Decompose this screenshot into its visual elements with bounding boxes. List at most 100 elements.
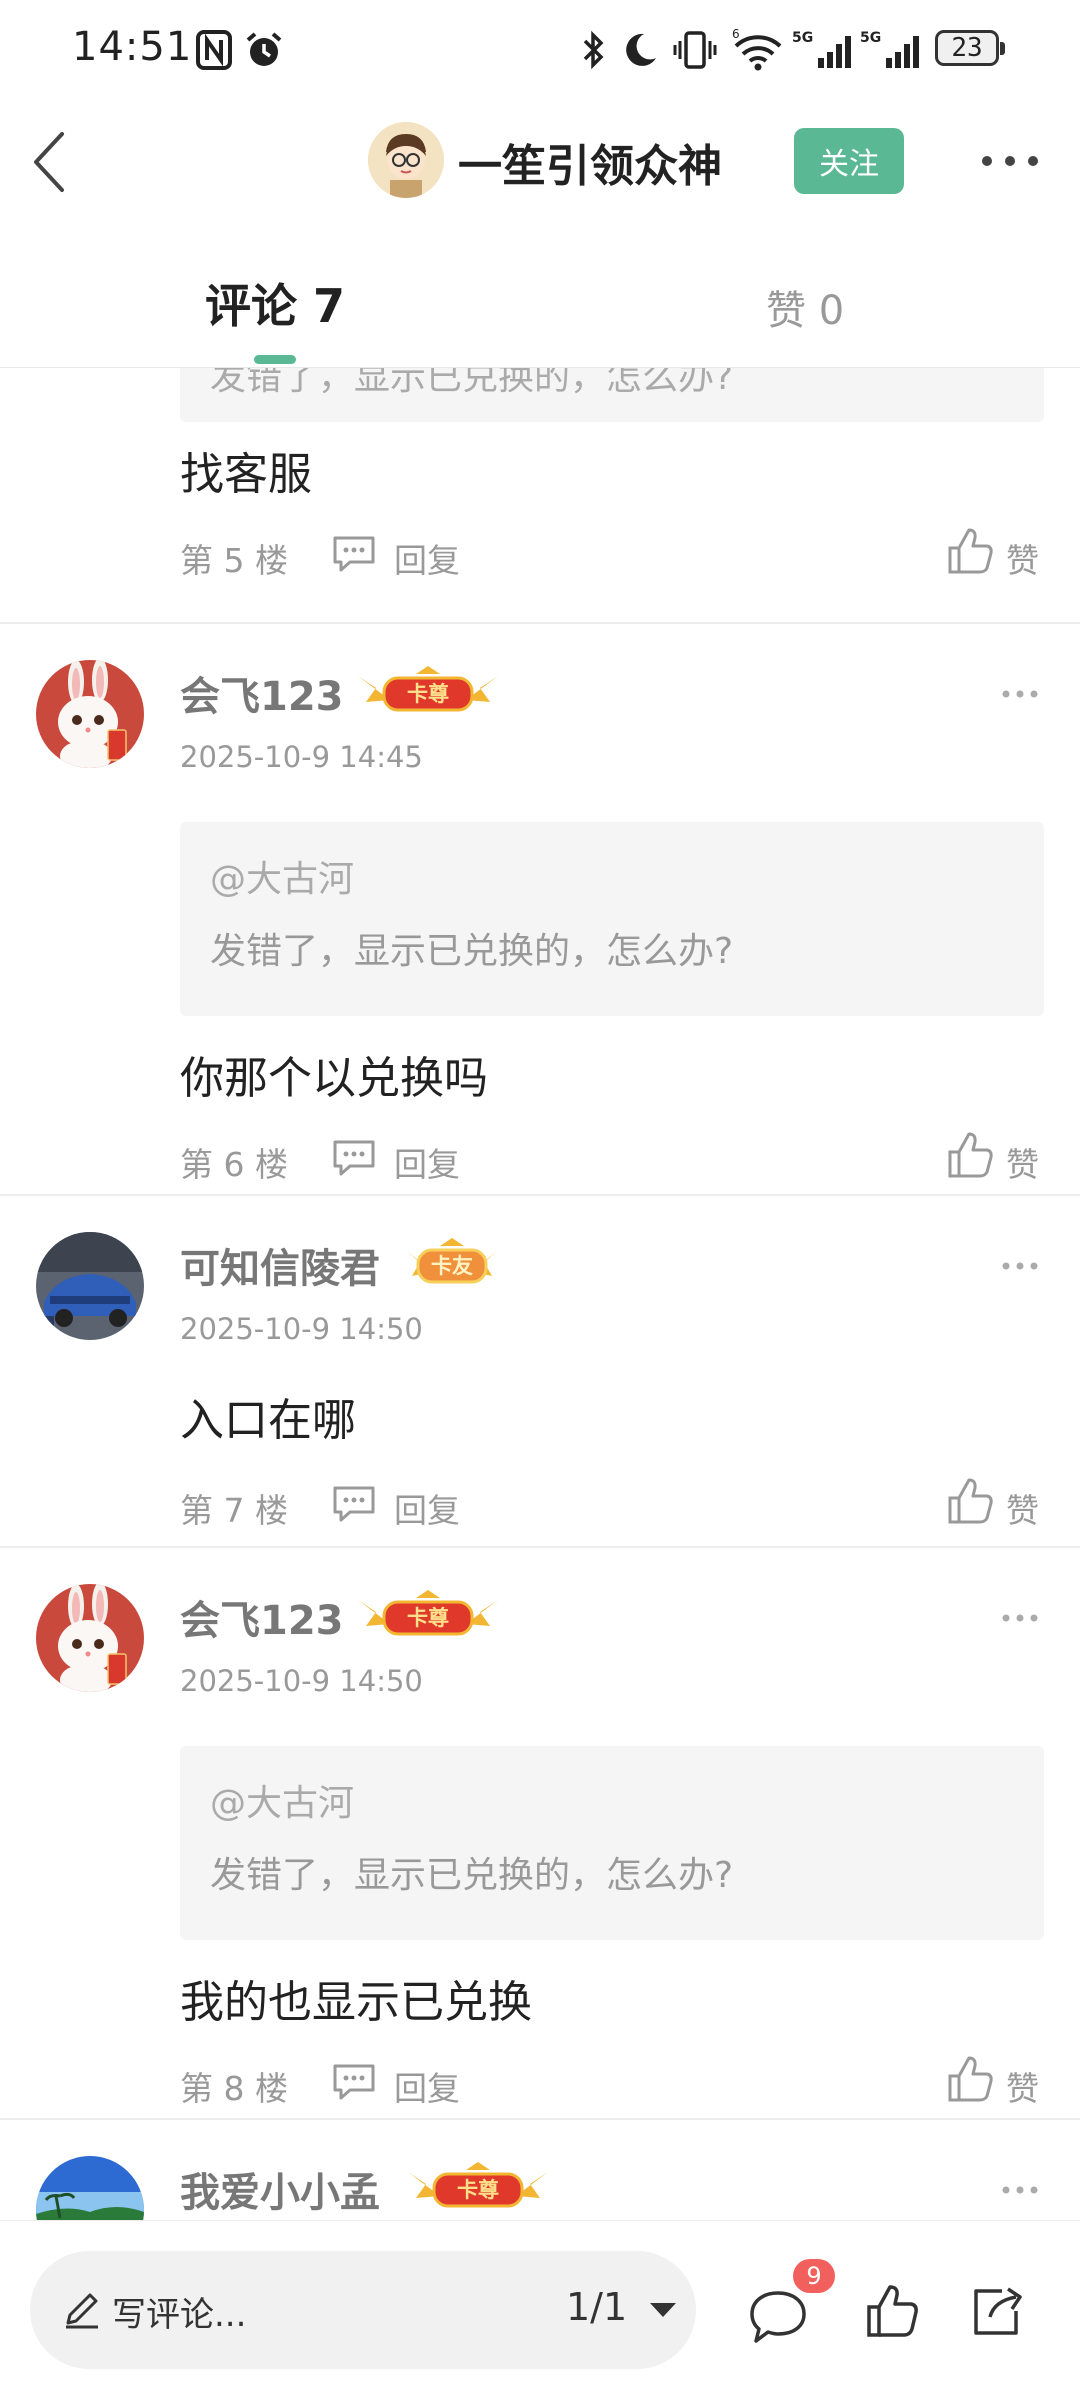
user-avatar[interactable] xyxy=(36,1584,144,1692)
tab-likes[interactable]: 赞 0 xyxy=(766,278,844,336)
battery-indicator: 23 xyxy=(935,30,1005,66)
comment-time: 2025-10-9 14:45 xyxy=(180,740,423,774)
thumbs-up-icon[interactable] xyxy=(946,2054,994,2104)
share-button[interactable] xyxy=(968,2281,1028,2341)
divider xyxy=(0,1194,1080,1196)
comment-more-button[interactable] xyxy=(1000,2182,1040,2198)
comment-text: 入口在哪 xyxy=(180,1395,356,1446)
member-badge: 卡友 xyxy=(402,1236,502,1286)
member-badge: 卡尊 xyxy=(404,2160,552,2210)
badge-label: 卡友 xyxy=(431,1254,473,1278)
thumbs-up-icon[interactable] xyxy=(946,1476,994,1526)
post-like-button[interactable] xyxy=(865,2281,919,2341)
reply-button[interactable]: 回复 xyxy=(394,1484,460,1532)
reply-button[interactable]: 回复 xyxy=(394,1138,460,1186)
alarm-icon xyxy=(244,28,284,72)
share-icon xyxy=(974,2287,1022,2335)
divider xyxy=(0,1546,1080,1548)
username[interactable]: 会飞123 xyxy=(180,1588,344,1646)
thumbs-up-icon xyxy=(867,2285,918,2337)
quote-mention[interactable]: @大古河 xyxy=(210,1774,354,1826)
floor-label: 第 7 楼 xyxy=(180,1491,288,1530)
divider xyxy=(0,2118,1080,2120)
username[interactable]: 我爱小小孟 xyxy=(180,2160,380,2218)
floor-label: 第 8 楼 xyxy=(180,2069,288,2108)
author-name[interactable]: 一笙引领众神 xyxy=(458,130,722,194)
member-badge: 卡尊 xyxy=(354,1588,502,1638)
reply-button[interactable]: 回复 xyxy=(394,534,460,582)
quoted-comment[interactable]: @大古河 发错了，显示已兑换的，怎么办? xyxy=(180,822,1044,1016)
quoted-comment[interactable]: 发错了，显示已兑换的，怎么办? xyxy=(180,368,1044,422)
user-avatar[interactable] xyxy=(36,2156,144,2220)
follow-button[interactable]: 关注 xyxy=(794,128,904,194)
reply-icon[interactable] xyxy=(330,2062,378,2102)
divider xyxy=(0,622,1080,624)
thumbs-up-icon[interactable] xyxy=(946,526,994,576)
comment-text: 我的也显示已兑换 xyxy=(180,1977,532,2028)
more-horizontal-icon xyxy=(1002,2186,1038,2194)
member-badge: 卡尊 xyxy=(354,664,502,714)
quote-mention[interactable]: @大古河 xyxy=(210,850,354,902)
nfc-icon xyxy=(196,28,232,72)
vibrate-icon xyxy=(672,28,718,72)
comment-more-button[interactable] xyxy=(1000,1610,1040,1626)
compose-comment-input[interactable]: 写评论... 1/1 xyxy=(30,2251,696,2369)
reply-button[interactable]: 回复 xyxy=(394,2062,460,2110)
tab-comments[interactable]: 评论 7 xyxy=(205,270,345,336)
caret-down-icon[interactable] xyxy=(650,2303,676,2317)
pen-icon xyxy=(66,2293,98,2329)
tab-bar: 评论 7 赞 0 xyxy=(0,230,1080,368)
bluetooth-icon xyxy=(580,28,608,72)
floor-label: 第 5 楼 xyxy=(180,541,288,580)
post-header: 一笙引领众神 关注 xyxy=(0,100,1080,230)
thumbs-up-icon[interactable] xyxy=(946,1130,994,1180)
comment-text: 你那个以兑换吗 xyxy=(180,1053,488,1104)
comment-count-badge: 9 xyxy=(793,2259,835,2293)
like-button[interactable]: 赞 xyxy=(1006,2062,1039,2110)
active-tab-indicator xyxy=(254,355,296,364)
compose-placeholder: 写评论... xyxy=(112,2295,247,2335)
reply-icon[interactable] xyxy=(330,1484,378,1524)
reply-icon[interactable] xyxy=(330,534,378,574)
svg-text:6: 6 xyxy=(732,28,740,41)
quote-text: 发错了，显示已兑换的，怎么办? xyxy=(210,368,734,398)
signal-5g-icon: 5G xyxy=(792,28,856,72)
comment-time: 2025-10-9 14:50 xyxy=(180,1664,423,1698)
comment-more-button[interactable] xyxy=(1000,1258,1040,1274)
more-horizontal-icon xyxy=(1002,1614,1038,1622)
badge-label: 卡尊 xyxy=(407,682,449,706)
comment-text: 找客服 xyxy=(180,449,312,500)
more-horizontal-icon xyxy=(982,156,1038,166)
more-options-button[interactable] xyxy=(975,136,1045,186)
status-time: 14:51 xyxy=(72,24,193,70)
username[interactable]: 会飞123 xyxy=(180,664,344,722)
svg-text:5G: 5G xyxy=(860,30,881,46)
chevron-left-icon xyxy=(34,132,64,192)
wifi-icon: 6 xyxy=(730,28,786,72)
comment-more-button[interactable] xyxy=(1000,686,1040,702)
bottom-action-bar: 写评论... 1/1 9 xyxy=(0,2220,1080,2401)
author-avatar[interactable] xyxy=(368,122,444,198)
comment-feed[interactable]: 发错了，显示已兑换的，怎么办? 找客服 第 5 楼 回复 赞 会飞123 卡尊 … xyxy=(0,368,1080,2220)
like-button[interactable]: 赞 xyxy=(1006,534,1039,582)
svg-text:5G: 5G xyxy=(792,30,813,46)
like-button[interactable]: 赞 xyxy=(1006,1484,1039,1532)
quoted-comment[interactable]: @大古河 发错了，显示已兑换的，怎么办? xyxy=(180,1746,1044,1940)
signal-5g-icon-2: 5G xyxy=(860,28,924,72)
badge-label: 卡尊 xyxy=(457,2178,499,2202)
back-button[interactable] xyxy=(22,122,82,202)
user-avatar[interactable] xyxy=(36,1232,144,1340)
user-avatar[interactable] xyxy=(36,660,144,768)
quote-text: 发错了，显示已兑换的，怎么办? xyxy=(210,1855,734,1896)
page-indicator[interactable]: 1/1 xyxy=(566,2285,627,2329)
status-bar: 14:51 6 5G 5G 23 xyxy=(0,0,1080,100)
username[interactable]: 可知信陵君 xyxy=(180,1236,380,1294)
like-button[interactable]: 赞 xyxy=(1006,1138,1039,1186)
more-horizontal-icon xyxy=(1002,690,1038,698)
more-horizontal-icon xyxy=(1002,1262,1038,1270)
comments-button[interactable] xyxy=(746,2287,810,2347)
do-not-disturb-icon xyxy=(622,28,660,72)
reply-icon[interactable] xyxy=(330,1138,378,1178)
floor-label: 第 6 楼 xyxy=(180,1145,288,1184)
comment-time: 2025-10-9 14:50 xyxy=(180,1312,423,1346)
